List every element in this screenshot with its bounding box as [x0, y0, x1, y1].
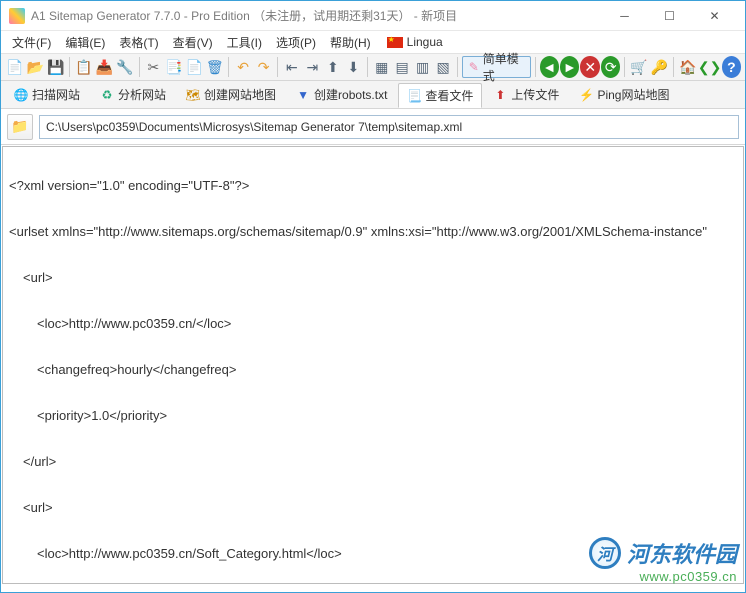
app-icon — [9, 8, 25, 24]
file-icon: 📃 — [407, 89, 421, 103]
open-icon[interactable]: 📂 — [25, 56, 44, 78]
help-icon[interactable]: ? — [722, 56, 741, 78]
xml-line: <loc>http://www.pc0359.cn/Soft_Category.… — [9, 542, 737, 565]
tab-create-sitemap[interactable]: 🗺 创建网站地图 — [177, 82, 285, 107]
menu-language[interactable]: Lingua — [380, 33, 450, 51]
xml-text-view[interactable]: <?xml version="1.0" encoding="UTF-8"?> <… — [3, 147, 743, 584]
tab-label: 创建robots.txt — [314, 86, 387, 103]
xml-line: <loc>http://www.pc0359.cn/</loc> — [9, 312, 737, 335]
row-down-icon[interactable]: ⬇ — [344, 56, 363, 78]
main-toolbar: 📄 📂 💾 📋 📥 🔧 ✂ 📑 📄 🗑 ↶ ↷ ⇤ ⇥ ⬆ ⬇ ▦ ▤ ▥ ▧ … — [1, 53, 745, 81]
tab-upload-file[interactable]: ⬆ 上传文件 — [484, 82, 568, 107]
grid4-icon[interactable]: ▧ — [433, 56, 452, 78]
tab-label: 创建网站地图 — [204, 86, 276, 103]
tab-analyze-site[interactable]: ♻ 分析网站 — [91, 82, 175, 107]
grid3-icon[interactable]: ▥ — [413, 56, 432, 78]
menu-bar: 文件(F) 编辑(E) 表格(T) 查看(V) 工具(I) 选项(P) 帮助(H… — [1, 31, 745, 53]
toolbar-separator — [624, 57, 625, 77]
menu-options[interactable]: 选项(P) — [269, 32, 323, 53]
copy-icon[interactable]: 📑 — [164, 56, 183, 78]
stop-icon[interactable]: ✕ — [580, 56, 599, 78]
close-button[interactable]: ✕ — [692, 2, 737, 30]
grid2-icon[interactable]: ▤ — [392, 56, 411, 78]
toolbar-separator — [673, 57, 674, 77]
nav-forward-icon[interactable]: ► — [560, 56, 579, 78]
menu-tools[interactable]: 工具(I) — [220, 32, 269, 53]
redo-icon[interactable]: ↷ — [254, 56, 273, 78]
sitemap-icon: 🗺 — [186, 88, 200, 102]
xml-line: <?xml version="1.0" encoding="UTF-8"?> — [9, 174, 737, 197]
menu-edit[interactable]: 编辑(E) — [58, 32, 112, 53]
tab-ping-sitemap[interactable]: ⚡ Ping网站地图 — [570, 82, 678, 107]
mode-icon: ✎ — [469, 60, 479, 74]
indent-left-icon[interactable]: ⇤ — [282, 56, 301, 78]
tab-create-robots[interactable]: ▼ 创建robots.txt — [287, 82, 396, 107]
paste-icon[interactable]: 📄 — [185, 56, 204, 78]
toolbar-separator — [367, 57, 368, 77]
tab-label: 分析网站 — [118, 86, 166, 103]
file-content-panel: <?xml version="1.0" encoding="UTF-8"?> <… — [2, 146, 744, 584]
path-row: 📁 — [1, 109, 745, 145]
delete-icon[interactable]: 🗑 — [205, 56, 224, 78]
xml-line: </url> — [9, 450, 737, 473]
tab-label: Ping网站地图 — [597, 86, 669, 103]
xml-line: <priority>1.0</priority> — [9, 404, 737, 427]
key-icon[interactable]: 🔑 — [650, 56, 669, 78]
recycle-icon: ♻ — [100, 88, 114, 102]
copy-doc-icon[interactable]: 📋 — [74, 56, 93, 78]
toolbar-separator — [228, 57, 229, 77]
xml-line: <url> — [9, 496, 737, 519]
row-up-icon[interactable]: ⬆ — [323, 56, 342, 78]
menu-table[interactable]: 表格(T) — [112, 32, 165, 53]
browse-button[interactable]: 📁 — [7, 114, 33, 140]
toolbar-separator — [69, 57, 70, 77]
menu-file[interactable]: 文件(F) — [5, 32, 58, 53]
toolbar-separator — [277, 57, 278, 77]
cut-icon[interactable]: ✂ — [144, 56, 163, 78]
save-icon[interactable]: 💾 — [46, 56, 65, 78]
title-bar: A1 Sitemap Generator 7.7.0 - Pro Edition… — [1, 1, 745, 31]
file-path-input[interactable] — [39, 115, 739, 139]
undo-icon[interactable]: ↶ — [233, 56, 252, 78]
tab-view-file[interactable]: 📃 查看文件 — [398, 83, 482, 108]
share-icon[interactable]: ❮❯ — [699, 56, 721, 78]
upload-icon: ⬆ — [493, 88, 507, 102]
xml-line: <urlset xmlns="http://www.sitemaps.org/s… — [9, 220, 737, 243]
lightning-icon: ⚡ — [579, 88, 593, 102]
menu-view[interactable]: 查看(V) — [166, 32, 220, 53]
home-icon[interactable]: 🏠 — [678, 56, 697, 78]
indent-right-icon[interactable]: ⇥ — [303, 56, 322, 78]
nav-back-icon[interactable]: ◄ — [540, 56, 559, 78]
tab-label: 查看文件 — [425, 87, 473, 104]
globe-icon: 🌐 — [14, 88, 28, 102]
xml-line: <url> — [9, 266, 737, 289]
minimize-button[interactable]: ─ — [602, 2, 647, 30]
grid1-icon[interactable]: ▦ — [372, 56, 391, 78]
cart-icon[interactable]: 🛒 — [629, 56, 648, 78]
refresh-icon[interactable]: ⟳ — [601, 56, 620, 78]
window-title: A1 Sitemap Generator 7.7.0 - Pro Edition… — [31, 7, 602, 24]
language-label: Lingua — [407, 35, 443, 49]
simple-mode-button[interactable]: ✎ 简单模式 — [462, 56, 531, 78]
new-icon[interactable]: 📄 — [5, 56, 24, 78]
workflow-tabs: 🌐 扫描网站 ♻ 分析网站 🗺 创建网站地图 ▼ 创建robots.txt 📃 … — [1, 81, 745, 109]
tab-label: 上传文件 — [511, 86, 559, 103]
toolbar-separator — [457, 57, 458, 77]
menu-help[interactable]: 帮助(H) — [323, 32, 378, 53]
tab-scan-site[interactable]: 🌐 扫描网站 — [5, 82, 89, 107]
maximize-button[interactable]: ☐ — [647, 2, 692, 30]
xml-line: <changefreq>hourly</changefreq> — [9, 358, 737, 381]
tool-icon[interactable]: 🔧 — [115, 56, 134, 78]
mode-label: 简单模式 — [483, 50, 524, 84]
folder-icon: 📁 — [11, 118, 28, 135]
tab-label: 扫描网站 — [32, 86, 80, 103]
funnel-icon: ▼ — [296, 88, 310, 102]
toolbar-separator — [535, 57, 536, 77]
import-icon[interactable]: 📥 — [95, 56, 114, 78]
toolbar-separator — [139, 57, 140, 77]
flag-icon — [387, 37, 403, 48]
